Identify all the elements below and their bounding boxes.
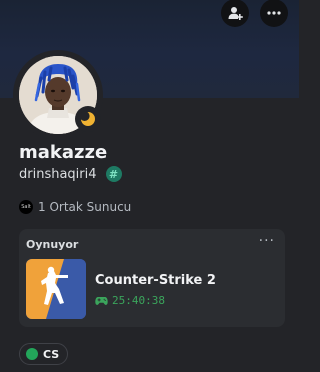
add-friend-icon xyxy=(228,7,243,20)
display-name: makazze xyxy=(19,142,108,163)
mutual-servers-label: 1 Ortak Sunucu xyxy=(38,200,132,214)
tag-cs[interactable]: CS xyxy=(19,343,69,365)
username-row: drinshaqiri4 # xyxy=(19,166,122,182)
username[interactable]: drinshaqiri4 xyxy=(19,167,97,182)
tag-label: CS xyxy=(43,347,60,361)
moon-icon xyxy=(80,111,95,126)
activity-card: Oynuyor ··· Counter-Strike 2 25:40:38 xyxy=(19,229,285,327)
elapsed-time: 25:40:38 xyxy=(95,294,165,307)
hashtag-badge-icon[interactable]: # xyxy=(105,166,122,182)
more-options-button[interactable] xyxy=(260,0,288,27)
mutual-servers[interactable]: Salt 1 Ortak Sunucu xyxy=(19,200,131,214)
game-name: Counter-Strike 2 xyxy=(95,273,216,288)
gamepad-icon xyxy=(95,296,108,305)
elapsed-time-value: 25:40:38 xyxy=(112,294,165,307)
game-art[interactable] xyxy=(26,259,86,319)
activity-more-button[interactable]: ··· xyxy=(259,233,275,249)
more-icon xyxy=(267,11,281,15)
add-friend-button[interactable] xyxy=(221,0,249,27)
tag-dot-icon xyxy=(26,348,38,360)
counter-strike-logo-icon xyxy=(26,259,86,319)
status-indicator xyxy=(75,106,101,132)
server-icon: Salt xyxy=(19,200,33,214)
activity-heading: Oynuyor xyxy=(26,238,79,251)
